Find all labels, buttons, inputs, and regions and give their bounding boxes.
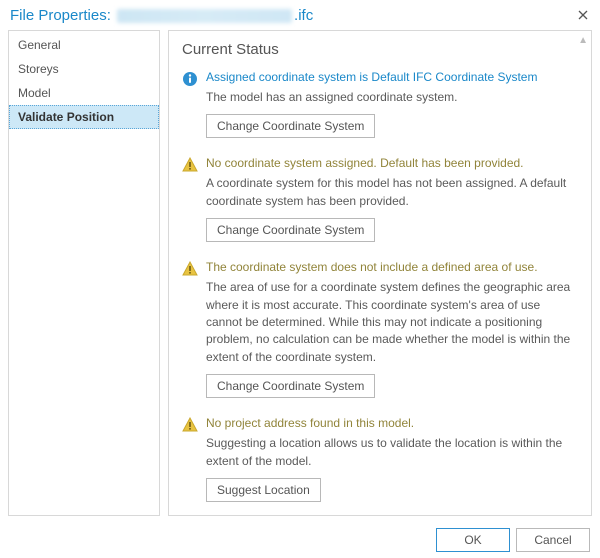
sidebar-item-general[interactable]: General [9,33,159,57]
status-body: No coordinate system assigned. Default h… [206,156,575,242]
cancel-button[interactable]: Cancel [516,528,590,552]
window-title: File Properties: .ifc [10,7,313,24]
info-icon [182,71,198,87]
content-panel: ▲ Current Status Assigned coordinate sys… [168,30,592,516]
status-description: The model has an assigned coordinate sys… [206,89,575,106]
dialog-footer: OK Cancel [436,528,590,552]
dialog-body: General Storeys Model Validate Position … [0,30,600,516]
status-title: No coordinate system assigned. Default h… [206,156,575,170]
status-description: The area of use for a coordinate system … [206,279,575,366]
status-body: Assigned coordinate system is Default IF… [206,70,575,138]
status-title: No project address found in this model. [206,416,575,430]
warning-icon [182,157,198,173]
status-title: The coordinate system does not include a… [206,260,575,274]
status-body: No project address found in this model. … [206,416,575,502]
status-item: The coordinate system does not include a… [182,260,581,398]
sidebar-item-storeys[interactable]: Storeys [9,57,159,81]
titlebar: File Properties: .ifc [0,0,600,30]
sidebar-item-validate-position[interactable]: Validate Position [9,105,159,129]
change-coordinate-system-button[interactable]: Change Coordinate System [206,374,375,398]
sidebar: General Storeys Model Validate Position [8,30,160,516]
content-heading: Current Status [182,41,581,58]
ok-button[interactable]: OK [436,528,510,552]
status-item: Assigned coordinate system is Default IF… [182,70,581,138]
sidebar-item-model[interactable]: Model [9,81,159,105]
suggest-location-button[interactable]: Suggest Location [206,478,321,502]
title-prefix: File Properties: [10,7,115,24]
scroll-indicator-icon: ▲ [578,35,588,46]
status-item: No coordinate system assigned. Default h… [182,156,581,242]
status-body: The coordinate system does not include a… [206,260,575,398]
change-coordinate-system-button[interactable]: Change Coordinate System [206,218,375,242]
title-suffix: .ifc [294,7,313,24]
warning-icon [182,261,198,277]
change-coordinate-system-button[interactable]: Change Coordinate System [206,114,375,138]
close-icon [578,10,588,20]
close-button[interactable] [572,4,594,26]
status-description: A coordinate system for this model has n… [206,175,575,210]
warning-icon [182,417,198,433]
redacted-filename [117,9,292,23]
status-item: No project address found in this model. … [182,416,581,502]
status-description: Suggesting a location allows us to valid… [206,435,575,470]
status-title: Assigned coordinate system is Default IF… [206,70,575,84]
